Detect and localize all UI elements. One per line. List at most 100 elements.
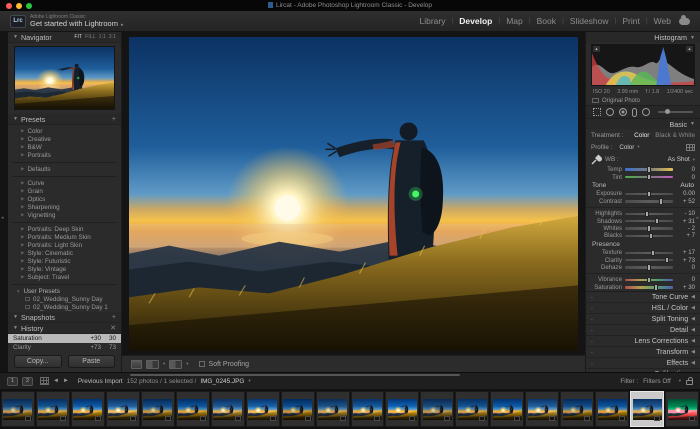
filmstrip-thumbnail[interactable] [280,391,315,427]
crop-tool-icon[interactable] [593,108,601,116]
filmstrip-thumbnail[interactable] [70,391,105,427]
preset-item[interactable]: 02_Wedding_Sunny Day 1 [8,303,121,311]
module-tab-library[interactable]: Library [419,16,445,26]
slider-knob[interactable] [665,109,670,114]
filmstrip-thumbnail[interactable] [210,391,245,427]
module-tab-book[interactable]: Book [537,16,556,26]
filmstrip-thumbnail[interactable] [385,391,420,427]
collapse-left-panel-icon[interactable]: ◂ [1,215,4,221]
preset-item[interactable]: ▶ Portraits: Deep Skin [8,225,121,233]
chevron-down-icon[interactable]: ▾ [186,361,188,367]
preset-item[interactable]: 02_Wedding_Sunny Day [8,295,121,303]
panel-solo-icon[interactable]: ▪ [591,350,593,355]
filmstrip-thumbnail[interactable] [1,391,35,427]
slider-track[interactable] [625,210,673,217]
history-header[interactable]: ▼ History ✕ [8,323,121,334]
module-tab-develop[interactable]: Develop [459,16,492,26]
navigator-zoom-fill[interactable]: FILL [85,34,95,40]
slider-knob[interactable] [654,217,659,225]
filter-lock-icon[interactable] [686,377,693,385]
panel-split-toning[interactable]: ▪ Split Toning ◀ [586,314,700,326]
filmstrip-thumbnail[interactable] [140,391,175,427]
filmstrip-thumbnail[interactable] [490,391,525,427]
slider-track[interactable] [625,232,673,240]
slider-track[interactable] [625,173,673,181]
primary-monitor-button[interactable]: 1 [7,376,18,386]
preset-item[interactable]: ▶ Portraits: Medium Skin [8,233,121,241]
panel-solo-icon[interactable]: ▪ [591,317,593,322]
copy-button[interactable]: Copy... [14,355,62,368]
filmstrip-thumbnail[interactable] [245,391,280,427]
slider-track[interactable] [625,276,673,284]
preset-item[interactable]: ▶ Portraits [8,151,121,159]
wb-eyedropper-icon[interactable] [591,154,602,165]
slider-knob[interactable] [647,276,651,284]
slider-track[interactable] [625,264,673,271]
slider-track[interactable] [625,256,673,264]
forward-arrow-icon[interactable]: ► [63,378,69,384]
get-started-link[interactable]: Get started with Lightroom ▸ [30,19,123,29]
before-after-tb-icon[interactable] [169,359,183,369]
red-eye-icon[interactable] [619,108,627,116]
panel-solo-icon[interactable]: ▪ [591,306,593,311]
preset-item[interactable]: ▶ Defaults [8,165,121,173]
panel-effects[interactable]: ▪ Effects ◀ [586,358,700,370]
panel-solo-icon[interactable]: ▪ [591,328,593,333]
navigator-zoom-fit[interactable]: FIT [74,34,82,40]
filter-dropdown[interactable]: Filters Off ▾ [643,378,681,385]
preset-item[interactable]: ▶ Subject: Travel [8,273,121,281]
highlight-clipping-icon[interactable]: ▲ [686,46,693,52]
preset-item[interactable]: ▶ Sharpening [8,203,121,211]
grid-view-icon[interactable] [40,377,49,385]
slider-track[interactable] [625,225,673,232]
slider-knob[interactable] [647,190,651,198]
shadow-clipping-icon[interactable]: ▲ [593,46,600,52]
preset-item[interactable]: ▶ Curve [8,179,121,187]
secondary-monitor-button[interactable]: 2 [22,376,33,386]
slider-track[interactable] [625,284,673,291]
preset-item[interactable]: ▶ Style: Vintage [8,265,121,273]
module-tab-print[interactable]: Print [622,16,639,26]
histogram-header[interactable]: Histogram ▼ [586,32,700,43]
filmstrip-thumbnail[interactable] [455,391,490,427]
wb-dropdown[interactable]: As Shot [668,156,690,163]
treatment-color-option[interactable]: Color [634,132,649,139]
filmstrip-thumbnail[interactable] [105,391,140,427]
slider-knob[interactable] [646,225,651,232]
basic-header[interactable]: Basic ▼ [586,119,700,129]
cloud-sync-icon[interactable] [679,14,690,25]
panel-solo-icon[interactable]: ▪ [591,361,593,366]
chevron-down-icon[interactable]: ▾ [248,378,250,384]
filmstrip-thumbnail[interactable] [420,391,455,427]
collapse-right-panel-icon[interactable]: ▸ [696,215,699,221]
filmstrip-thumbnail[interactable] [525,391,560,427]
zoom-window-button[interactable] [26,2,32,9]
history-entry[interactable]: Saturation +30 30 [8,334,121,343]
filmstrip-thumbnail[interactable] [630,391,665,427]
preset-item[interactable]: ▶ Optics [8,195,121,203]
slider-knob[interactable] [647,264,651,271]
slider-knob[interactable] [659,198,664,205]
treatment-bw-option[interactable]: Black & White [655,132,695,139]
slider-knob[interactable] [651,249,656,257]
filename-label[interactable]: IMG_0245.JPG [200,378,244,385]
masking-tool-icon[interactable] [632,107,637,117]
slider-knob[interactable] [648,232,653,240]
soft-proofing-checkbox[interactable] [198,361,205,367]
filmstrip-thumbnail[interactable] [595,391,630,427]
chevron-down-icon[interactable]: ▾ [163,361,165,367]
source-label[interactable]: Previous Import [78,378,123,385]
profile-browser-icon[interactable] [686,143,695,151]
back-arrow-icon[interactable]: ◄ [53,378,59,384]
preset-item[interactable]: ▶ Creative [8,135,121,143]
panel-transform[interactable]: ▪ Transform ◀ [586,347,700,359]
preset-item[interactable]: ▼ User Presets [8,287,121,295]
navigator-zoom-options[interactable]: FIT FILL 1:1 3:1 [74,34,116,40]
slider-knob[interactable] [647,166,651,173]
profile-dropdown[interactable]: Color [619,144,634,151]
loupe-view-icon[interactable] [131,359,142,369]
spot-removal-icon[interactable] [606,108,614,116]
panel-detail[interactable]: ▪ Detail ◀ [586,325,700,337]
panel-tone-curve[interactable]: ▪ Tone Curve ◀ [586,292,700,304]
filmstrip-thumbnail[interactable] [350,391,385,427]
